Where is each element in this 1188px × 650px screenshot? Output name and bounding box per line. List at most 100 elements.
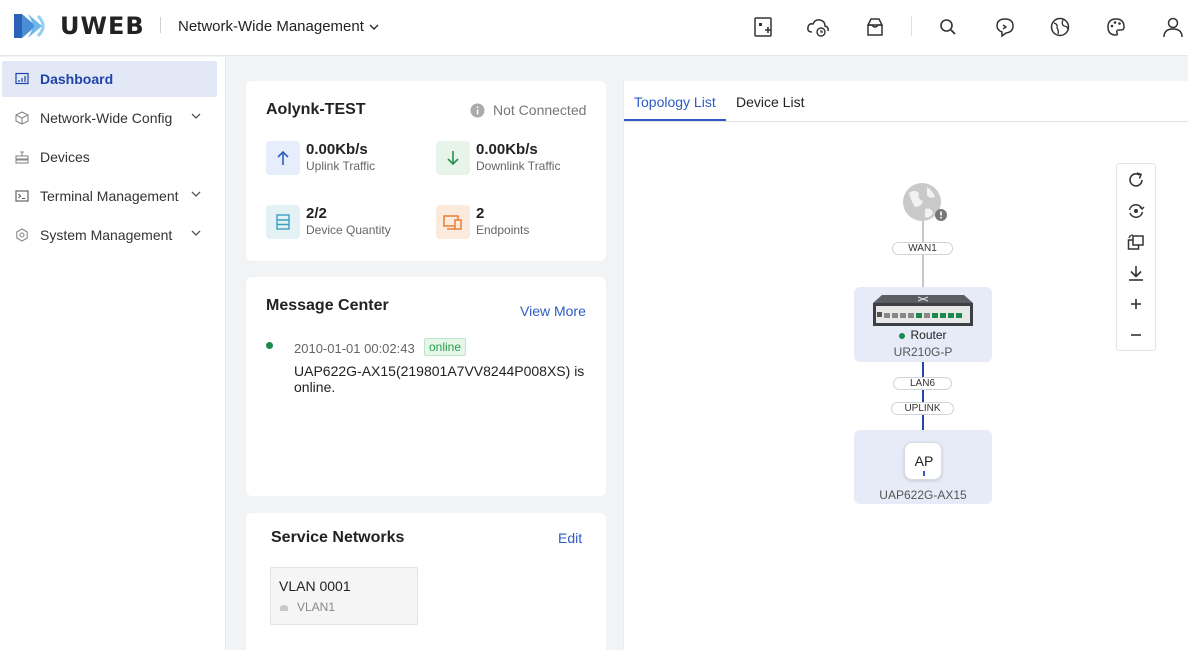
site-overview-card: Aolynk-TEST Not Connected 0.00Kb/s Uplin… [246, 81, 606, 261]
ap-node[interactable]: AP UAP622G-AX15 [854, 430, 992, 504]
chevron-down-icon [191, 191, 201, 197]
chevron-down-icon [191, 113, 201, 119]
zoom-in-icon[interactable] [1117, 288, 1155, 319]
uplink-label: Uplink Traffic [306, 159, 376, 173]
devices-icon [14, 149, 30, 165]
terminal-icon [14, 188, 30, 204]
theme-icon[interactable] [1103, 14, 1129, 40]
router-icon [873, 295, 973, 326]
service-networks-title: Service Networks [271, 529, 405, 546]
uplink-port-label: UPLINK [891, 402, 954, 415]
sidebar-item-dashboard[interactable]: Dashboard [2, 61, 217, 97]
mailbox-icon[interactable] [862, 14, 888, 40]
message-text: UAP622G-AX15(219801A7VV8244P008XS) is on… [294, 363, 585, 395]
router-name-row: Router [854, 328, 992, 342]
router-node[interactable]: Router UR210G-P [854, 287, 992, 362]
endpoints-label: Endpoints [476, 223, 530, 237]
user-icon[interactable] [1160, 14, 1186, 40]
sidebar: Dashboard Network-Wide Config Devices Te… [0, 57, 226, 650]
arrow-down-icon [436, 141, 470, 175]
endpoint-icon [436, 205, 470, 239]
downlink-stat: 0.00Kb/s Downlink Traffic [436, 141, 560, 175]
cube-icon [14, 110, 30, 126]
ap-icon: AP [904, 442, 942, 480]
sidebar-item-label: System Management [40, 227, 173, 243]
refresh-icon[interactable] [1117, 164, 1155, 195]
message-time: 2010-01-01 00:02:43 [294, 341, 415, 356]
active-tab-indicator [624, 119, 726, 121]
logo-icon [14, 14, 45, 38]
sidebar-item-network-config[interactable]: Network-Wide Config [2, 100, 217, 136]
uplink-stat: 0.00Kb/s Uplink Traffic [266, 141, 375, 175]
sidebar-item-label: Devices [40, 149, 90, 165]
scope-label: Network-Wide Management [178, 18, 364, 35]
router-name: Router [910, 328, 947, 342]
arrow-up-icon [266, 141, 300, 175]
feedback-icon[interactable] [992, 14, 1018, 40]
dashboard-icon [14, 71, 30, 87]
gear-icon [14, 227, 30, 243]
language-icon[interactable] [1047, 14, 1073, 40]
info-icon [470, 103, 485, 117]
chevron-down-icon [369, 23, 379, 30]
wan-port-label: WAN1 [892, 242, 953, 255]
cloud-icon[interactable] [805, 14, 831, 40]
add-device-icon[interactable] [750, 14, 776, 40]
ap-icon-text: AP [914, 453, 934, 469]
vlan-name: VLAN 0001 [279, 578, 351, 594]
globe-icon [903, 183, 947, 221]
online-dot [899, 332, 906, 339]
topology-toolbar [1116, 163, 1156, 351]
vlan-id: VLAN1 [297, 600, 336, 614]
brand-logo[interactable]: UWEB [14, 12, 145, 40]
sidebar-item-devices[interactable]: Devices [2, 139, 217, 175]
sidebar-item-system[interactable]: System Management [2, 217, 217, 253]
vlan-card[interactable]: VLAN 0001 VLAN1 [270, 567, 418, 625]
header-separator [911, 16, 912, 36]
scope-selector[interactable]: Network-Wide Management [178, 18, 380, 35]
sidebar-item-label: Dashboard [40, 71, 114, 87]
online-dot [266, 342, 273, 349]
device-quantity-stat: 2/2 Device Quantity [266, 205, 391, 239]
router-model: UR210G-P [893, 345, 953, 359]
ap-model: UAP622G-AX15 [879, 488, 967, 502]
message-center-title: Message Center [266, 297, 389, 314]
brand-name: UWEB [60, 12, 145, 40]
vlan-sub: VLAN1 [279, 600, 335, 614]
lan-link-line [922, 362, 924, 430]
ap-led [923, 471, 925, 476]
sidebar-item-label: Network-Wide Config [40, 110, 173, 126]
edit-link[interactable]: Edit [558, 530, 582, 546]
endpoints-stat: 2 Endpoints [436, 205, 529, 239]
sync-icon[interactable] [1117, 195, 1155, 226]
status-badge: online [424, 338, 467, 356]
downlink-value: 0.00Kb/s [476, 141, 538, 158]
download-icon[interactable] [1117, 257, 1155, 288]
topology-panel: Topology List Device List WAN1 Router UR… [623, 81, 1188, 650]
rotate-icon[interactable] [1117, 226, 1155, 257]
zoom-out-icon[interactable] [1117, 319, 1155, 350]
service-networks-card: Service Networks Edit VLAN 0001 VLAN1 [246, 513, 606, 650]
network-icon [280, 605, 288, 611]
chevron-down-icon [191, 230, 201, 236]
sidebar-item-terminal[interactable]: Terminal Management [2, 178, 217, 214]
header-divider [160, 17, 161, 33]
internet-node[interactable] [901, 181, 947, 223]
search-icon[interactable] [935, 14, 961, 40]
message-center-card: Message Center View More 2010-01-01 00:0… [246, 277, 606, 496]
status-text: Not Connected [493, 102, 587, 118]
uplink-value: 0.00Kb/s [306, 141, 368, 158]
connection-status: Not Connected [470, 102, 586, 118]
site-name: Aolynk-TEST [266, 101, 366, 118]
tab-device-list[interactable]: Device List [736, 94, 804, 110]
server-icon [266, 205, 300, 239]
tab-topology-list[interactable]: Topology List [634, 94, 716, 110]
topology-tabs: Topology List Device List [624, 81, 1188, 122]
top-header: UWEB Network-Wide Management [0, 0, 1188, 56]
view-more-link[interactable]: View More [520, 303, 586, 319]
endpoints-value: 2 [476, 205, 485, 222]
sidebar-item-label: Terminal Management [40, 188, 179, 204]
device-quantity-label: Device Quantity [306, 223, 391, 237]
device-quantity-value: 2/2 [306, 205, 327, 222]
downlink-label: Downlink Traffic [476, 159, 561, 173]
